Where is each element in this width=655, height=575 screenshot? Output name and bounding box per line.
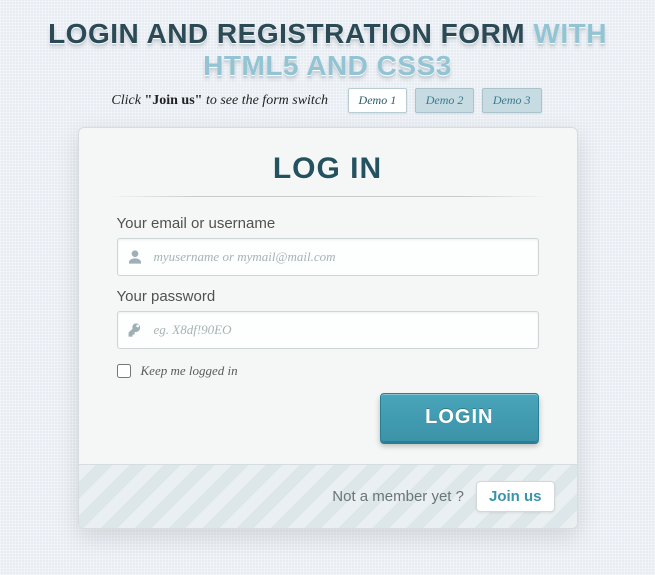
demo-2-button[interactable]: Demo 2 bbox=[415, 88, 475, 113]
hint-prefix: Click bbox=[111, 93, 144, 108]
join-us-button[interactable]: Join us bbox=[476, 481, 555, 512]
remember-row[interactable]: Keep me logged in bbox=[117, 363, 539, 379]
demo-3-button[interactable]: Demo 3 bbox=[482, 88, 542, 113]
demo-1-button[interactable]: Demo 1 bbox=[348, 88, 408, 113]
footer-text: Not a member yet ? bbox=[332, 488, 464, 505]
remember-checkbox[interactable] bbox=[117, 364, 131, 378]
login-button[interactable]: Login bbox=[380, 393, 538, 442]
email-label: Your email or username bbox=[117, 215, 539, 232]
card-footer: Not a member yet ? Join us bbox=[79, 464, 577, 528]
remember-label: Keep me logged in bbox=[141, 363, 238, 379]
user-icon bbox=[127, 249, 143, 265]
hint-bold: "Join us" bbox=[144, 93, 202, 108]
password-input-wrap bbox=[117, 311, 539, 349]
actions-row: Login bbox=[117, 385, 539, 464]
hint-text: Click "Join us" to see the form switch bbox=[111, 93, 331, 108]
sub-row: Click "Join us" to see the form switch D… bbox=[0, 88, 655, 113]
password-label: Your password bbox=[117, 288, 539, 305]
login-card: Log in Your email or username Your passw… bbox=[78, 127, 578, 529]
page-title: Login and Registration Form with HTML5 a… bbox=[0, 0, 655, 88]
hint-suffix: to see the form switch bbox=[202, 93, 328, 108]
title-dark: Login and Registration Form bbox=[48, 18, 533, 49]
email-input-wrap bbox=[117, 238, 539, 276]
email-input[interactable] bbox=[117, 238, 539, 276]
card-title: Log in bbox=[79, 152, 577, 186]
key-icon bbox=[127, 322, 143, 338]
password-input[interactable] bbox=[117, 311, 539, 349]
divider bbox=[107, 196, 549, 197]
